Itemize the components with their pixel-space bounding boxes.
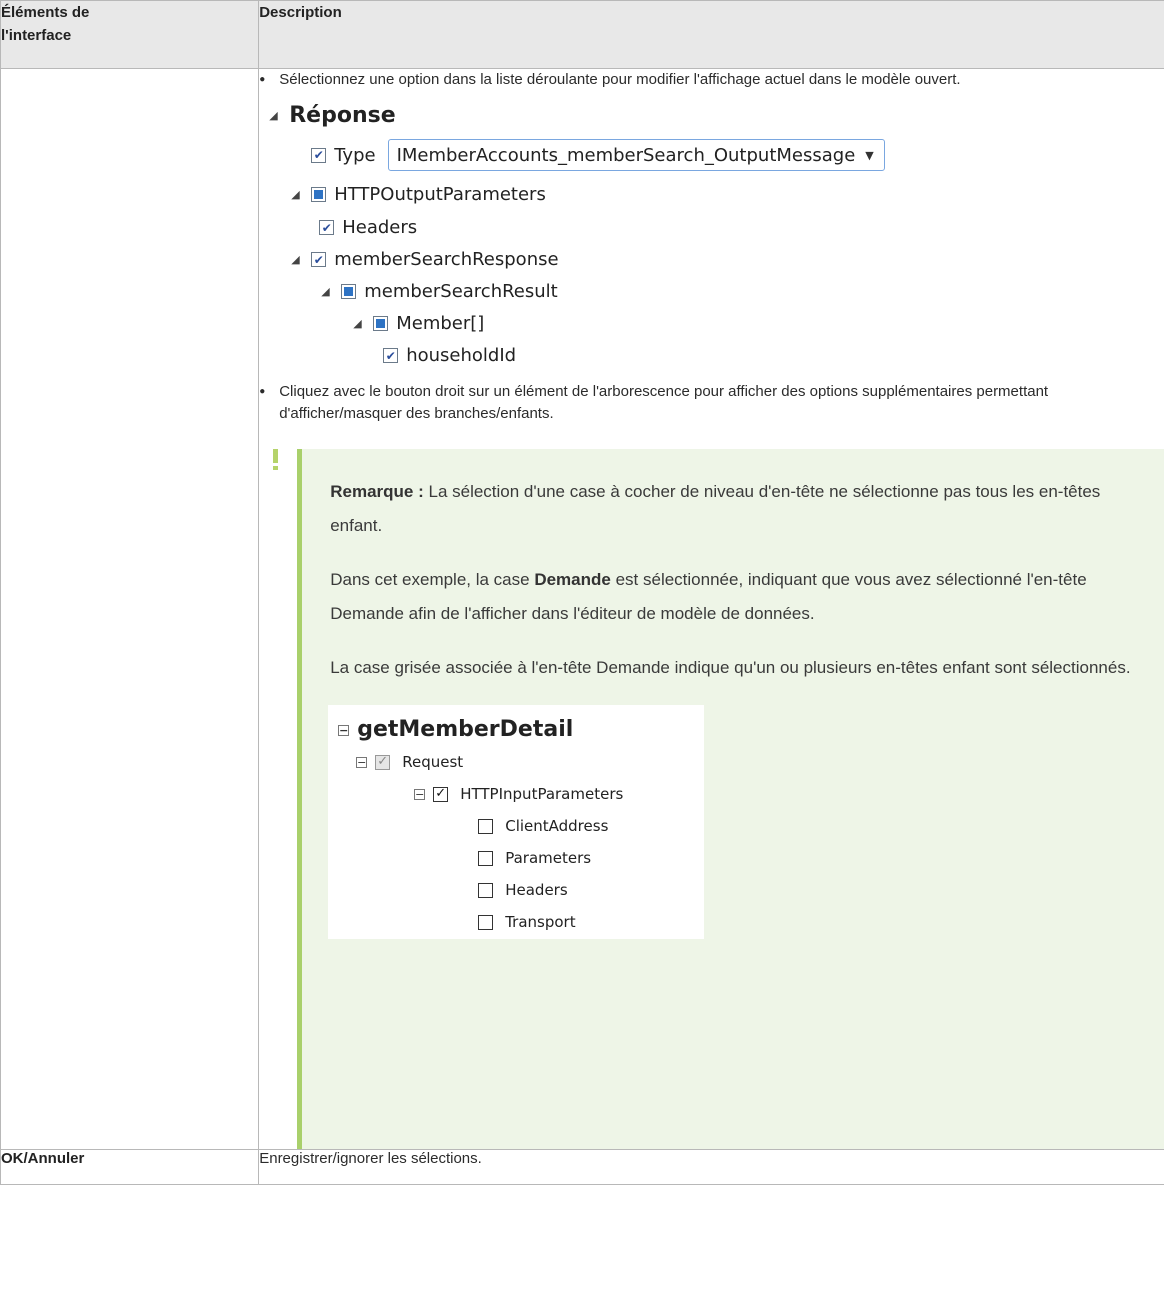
note-bold-term: Demande	[534, 570, 611, 589]
checkbox-checked-icon[interactable]: ✓	[433, 786, 449, 802]
tree-type-row: ✔ Type IMemberAccounts_memberSearch_Outp…	[311, 139, 885, 171]
triangle-expanded-icon: ◢	[269, 109, 278, 122]
tree-node-label: householdId	[406, 345, 517, 366]
checkbox-partial-icon[interactable]	[311, 187, 327, 202]
tree-node[interactable]: ClientAddress	[478, 809, 608, 843]
note-box: Remarque : La sélection d'une case à coc…	[297, 449, 1164, 1149]
checkbox-empty-icon[interactable]	[478, 882, 494, 898]
exclamation-note-icon	[273, 449, 279, 470]
tree-node-label: Request	[402, 753, 464, 771]
type-dropdown[interactable]: IMemberAccounts_memberSearch_OutputMessa…	[387, 139, 885, 171]
tree-node[interactable]: ◢ memberSearchResult	[321, 281, 558, 302]
checkbox-checked-icon[interactable]: ✔	[319, 220, 335, 235]
bullet-dot-icon: ●	[259, 74, 266, 85]
note-callout: Remarque : La sélection d'une case à coc…	[273, 449, 1164, 1149]
tree-node-label: Headers	[505, 881, 568, 899]
ui-elements-table: Éléments de l'interface Description ● Sé…	[0, 0, 1164, 1185]
type-dropdown-value: IMemberAccounts_memberSearch_OutputMessa…	[396, 144, 856, 166]
chevron-down-icon: ▼	[865, 148, 874, 162]
note-text: La case grisée associée à l'en-tête Dema…	[330, 658, 1131, 677]
tree-node[interactable]: ◢ HTTPOutputParameters	[291, 184, 546, 205]
column-header-description-label: Description	[259, 4, 342, 21]
ui-element-label: OK/Annuler	[1, 1150, 85, 1167]
checkbox-checked-icon[interactable]: ✔	[311, 252, 327, 267]
note-paragraph: Dans cet exemple, la case Demande est sé…	[330, 563, 1139, 631]
tree-node[interactable]: ◢ ✔ memberSearchResponse	[291, 249, 558, 270]
tree-root-getmemberdetail: − getMemberDetail	[338, 713, 573, 747]
tree-root-label: getMemberDetail	[357, 717, 574, 742]
bullet-text: Sélectionnez une option dans la liste dé…	[279, 71, 961, 88]
column-header-ui-line2: l'interface	[1, 27, 72, 44]
table-row: ● Sélectionnez une option dans la liste …	[0, 68, 1164, 1150]
tree-node-label: Transport	[505, 913, 576, 931]
checkbox-partial-icon[interactable]	[373, 316, 389, 331]
request-tree-screenshot: − getMemberDetail − ✓ Request − ✓ HTTPIn…	[328, 705, 705, 939]
bullet-item: ● Sélectionnez une option dans la liste …	[259, 69, 1164, 91]
description-text: Enregistrer/ignorer les sélections.	[259, 1150, 482, 1167]
tree-node-request[interactable]: − ✓ Request	[356, 745, 463, 779]
note-text: Dans cet exemple, la case	[330, 570, 535, 589]
tree-node[interactable]: ◢ Member[]	[353, 313, 484, 334]
minus-box-icon[interactable]: −	[356, 756, 368, 768]
tree-node-label: Parameters	[505, 849, 592, 867]
bullet-text: Cliquez avec le bouton droit sur un élém…	[279, 383, 1049, 422]
tree-node-http[interactable]: − ✓ HTTPInputParameters	[414, 777, 623, 811]
checkbox-checked-icon[interactable]: ✔	[311, 147, 327, 163]
response-tree-screenshot: ◢ Réponse ✔ Type IMemberAccounts_memberS…	[269, 103, 1164, 366]
note-paragraph: Remarque : La sélection d'une case à coc…	[330, 475, 1139, 543]
triangle-expanded-icon: ◢	[291, 253, 300, 266]
type-label: Type	[334, 144, 376, 166]
note-paragraph: La case grisée associée à l'en-tête Dema…	[330, 651, 1139, 685]
tree-node[interactable]: ✔ Headers	[319, 217, 417, 238]
description-cell: Enregistrer/ignorer les sélections.	[258, 1149, 1164, 1185]
tree-node-label: ClientAddress	[505, 817, 609, 835]
bullet-item: ● Cliquez avec le bouton droit sur un él…	[259, 381, 1164, 425]
tree-root-label: Réponse	[289, 103, 396, 128]
triangle-expanded-icon: ◢	[353, 317, 362, 330]
ui-element-cell	[0, 68, 260, 1150]
checkbox-checked-icon[interactable]: ✔	[383, 348, 399, 363]
triangle-expanded-icon: ◢	[291, 188, 300, 201]
tree-node-label: Headers	[342, 217, 418, 238]
tree-node[interactable]: Headers	[478, 873, 568, 907]
table-row: OK/Annuler Enregistrer/ignorer les sélec…	[0, 1149, 1164, 1185]
triangle-expanded-icon: ◢	[321, 285, 330, 298]
note-text: La sélection d'une case à cocher de nive…	[330, 482, 1101, 535]
minus-box-icon[interactable]: −	[338, 724, 350, 736]
tree-node[interactable]: ✔ householdId	[383, 345, 516, 366]
ui-element-cell: OK/Annuler	[0, 1149, 260, 1185]
description-cell: ● Sélectionnez une option dans la liste …	[258, 68, 1164, 1150]
tree-node[interactable]: Transport	[478, 905, 576, 939]
bullet-dot-icon: ●	[259, 386, 266, 397]
tree-node-label: memberSearchResponse	[334, 249, 559, 270]
checkbox-checked-icon[interactable]: ✓	[375, 754, 391, 770]
checkbox-empty-icon[interactable]	[478, 914, 494, 930]
tree-root-response: ◢ Réponse	[269, 103, 395, 128]
column-header-description: Description	[258, 0, 1164, 69]
note-label: Remarque :	[330, 482, 424, 501]
checkbox-empty-icon[interactable]	[478, 818, 494, 834]
tree-node[interactable]: Parameters	[478, 841, 591, 875]
column-header-ui-elements: Éléments de l'interface	[0, 0, 260, 69]
table-header-row: Éléments de l'interface Description	[0, 0, 1164, 69]
minus-box-icon[interactable]: −	[414, 788, 426, 800]
tree-node-label: Member[]	[396, 313, 485, 334]
tree-node-label: memberSearchResult	[364, 281, 558, 302]
checkbox-empty-icon[interactable]	[478, 850, 494, 866]
tree-node-label: HTTPOutputParameters	[334, 184, 546, 205]
tree-node-label: HTTPInputParameters	[460, 785, 624, 803]
column-header-ui-line1: Éléments de	[1, 4, 90, 21]
checkbox-partial-icon[interactable]	[341, 284, 357, 299]
